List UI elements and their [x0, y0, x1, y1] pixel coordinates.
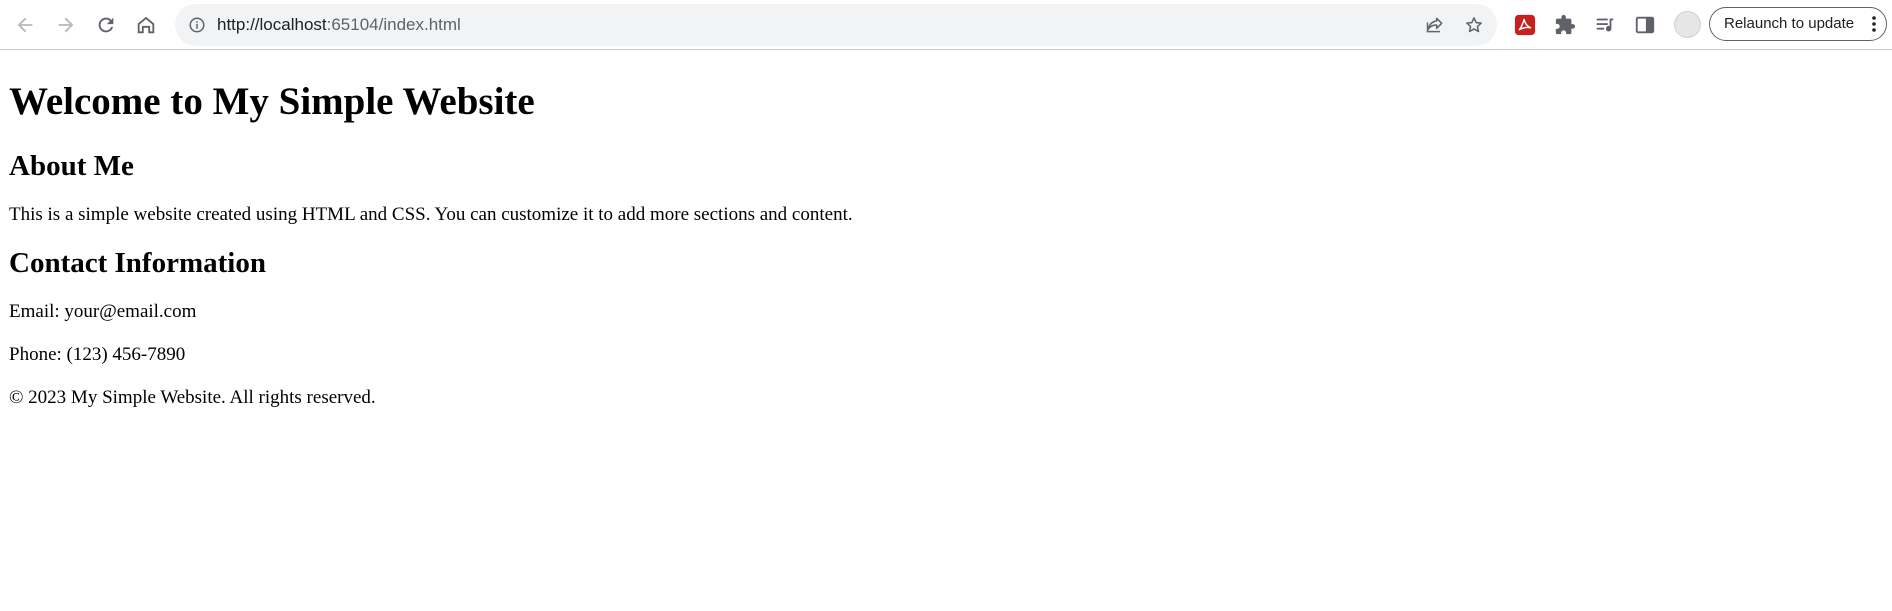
relaunch-button[interactable]: Relaunch to update: [1709, 7, 1887, 41]
forward-button[interactable]: [50, 9, 82, 41]
footer-text: © 2023 My Simple Website. All rights res…: [9, 387, 376, 408]
about-heading: About Me: [9, 150, 134, 182]
bookmark-star-icon[interactable]: [1458, 9, 1490, 41]
back-arrow-icon: [17, 17, 33, 33]
home-icon: [137, 16, 155, 34]
share-icon[interactable]: [1419, 9, 1451, 41]
contact-email: Email: your@email.com: [9, 301, 197, 322]
more-menu-icon[interactable]: [1872, 16, 1876, 32]
about-text: This is a simple website created using H…: [9, 204, 853, 225]
browser-toolbar: http://localhost:65104/index.html Relaun…: [0, 0, 1892, 50]
extensions-button[interactable]: [1549, 9, 1581, 41]
page-title: Welcome to My Simple Website: [9, 80, 535, 123]
playlist-icon: [1596, 18, 1614, 32]
reload-button[interactable]: [90, 9, 122, 41]
reload-icon: [98, 17, 114, 33]
forward-arrow-icon: [58, 17, 74, 33]
relaunch-label: Relaunch to update: [1724, 15, 1855, 32]
puzzle-icon: [1555, 14, 1576, 35]
acrobat-extension-button[interactable]: [1509, 9, 1541, 41]
back-button[interactable]: [9, 9, 41, 41]
contact-heading: Contact Information: [9, 247, 266, 279]
contact-phone: Phone: (123) 456-7890: [9, 344, 186, 365]
page-content: Welcome to My Simple Website About Me Th…: [9, 50, 1879, 409]
side-panel-icon: [1635, 16, 1655, 34]
pdf-icon: [1514, 14, 1536, 36]
url-text[interactable]: http://localhost:65104/index.html: [217, 4, 461, 46]
url-host: http://localhost: [217, 15, 327, 34]
side-panel-button[interactable]: [1629, 9, 1661, 41]
url-path: :65104/index.html: [326, 15, 461, 34]
site-info-icon[interactable]: [185, 13, 209, 37]
media-control-button[interactable]: [1589, 9, 1621, 41]
address-bar[interactable]: http://localhost:65104/index.html: [175, 4, 1497, 46]
home-button[interactable]: [130, 9, 162, 41]
profile-avatar[interactable]: [1674, 11, 1701, 38]
